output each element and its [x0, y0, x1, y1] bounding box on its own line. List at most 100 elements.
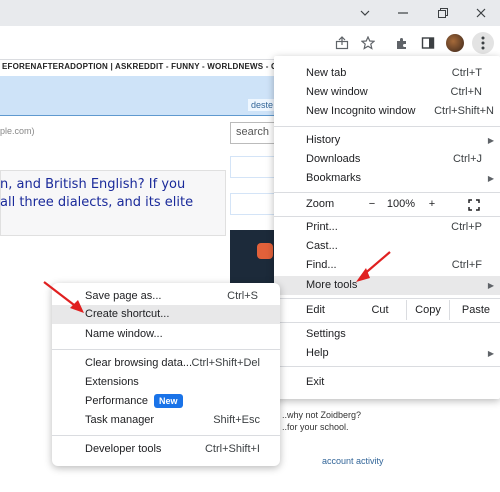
submenu-item-extensions[interactable]: Extensions [52, 373, 280, 392]
zoom-in-button[interactable]: + [422, 194, 442, 214]
kebab-menu-icon[interactable] [472, 32, 494, 54]
menu-item-label: Bookmarks [306, 172, 362, 184]
menu-item-label: Task manager [85, 414, 155, 426]
submenu-item-developer-tools[interactable]: Developer tools Ctrl+Shift+I [52, 440, 280, 459]
menu-item-shortcut: Ctrl+J [452, 153, 482, 165]
menu-item-label: Downloads [306, 153, 361, 165]
menu-item-label: Print... [306, 221, 338, 233]
menu-item-help[interactable]: Help ▶ [274, 344, 500, 363]
menu-item-new-tab[interactable]: New tab Ctrl+T [274, 64, 500, 83]
menu-item-label: History [306, 134, 341, 146]
menu-item-shortcut: Ctrl+Shift+I [204, 443, 260, 455]
menu-item-history[interactable]: History ▶ [274, 131, 500, 150]
copy-button[interactable]: Copy [406, 300, 450, 320]
menu-item-downloads[interactable]: Downloads Ctrl+J [274, 150, 500, 169]
menu-item-label: Performance New [85, 392, 183, 411]
chevron-right-icon: ▶ [487, 174, 494, 183]
post-text: n, and British English? If you all three… [0, 176, 226, 212]
menu-item-label: New tab [306, 67, 347, 79]
menu-item-settings[interactable]: Settings [274, 325, 500, 344]
submenu-item-clear-browsing-data[interactable]: Clear browsing data... Ctrl+Shift+Del [52, 354, 280, 373]
chevron-right-icon: ▶ [487, 136, 494, 145]
menu-separator [274, 192, 500, 193]
menu-item-label: Save page as... [85, 290, 162, 302]
extensions-puzzle-icon[interactable] [392, 33, 412, 53]
menu-item-shortcut: Ctrl+S [227, 290, 258, 302]
submenu-item-save-page[interactable]: Save page as... Ctrl+S [52, 287, 280, 306]
zoom-label: Zoom [306, 198, 335, 210]
menu-item-shortcut: Ctrl+P [451, 221, 482, 233]
menu-item-label: Find... [306, 259, 337, 271]
menu-separator [274, 126, 500, 127]
share-icon[interactable] [332, 33, 352, 53]
cut-button[interactable]: Cut [360, 300, 400, 320]
menu-item-new-incognito-window[interactable]: New Incognito window Ctrl+Shift+N [274, 102, 500, 121]
menu-item-shortcut: Ctrl+Shift+Del [191, 357, 260, 369]
account-activity-link[interactable]: account activity [322, 456, 384, 466]
menu-item-shortcut: Ctrl+T [451, 67, 482, 79]
side-panel-icon[interactable] [418, 33, 438, 53]
comment-snippet: ..for your school. [282, 422, 349, 432]
menu-zoom-row: Zoom − 100% + [274, 194, 500, 214]
menu-item-print[interactable]: Print... Ctrl+P [274, 218, 500, 237]
post-text-line: all three dialects, and its elite [0, 195, 194, 210]
menu-item-shortcut: Ctrl+Shift+N [434, 105, 494, 117]
browser-toolbar [0, 26, 500, 60]
paste-button[interactable]: Paste [454, 300, 498, 320]
chevron-right-icon: ▶ [487, 349, 494, 358]
submenu-item-name-window[interactable]: Name window... [52, 325, 280, 344]
close-icon[interactable] [462, 0, 500, 26]
submenu-item-performance[interactable]: Performance New [52, 392, 280, 411]
page-header-banner [0, 76, 274, 116]
bookmark-star-icon[interactable] [358, 33, 378, 53]
post-domain: ple.com) [0, 126, 35, 136]
sidebar-button[interactable] [230, 156, 278, 178]
menu-separator [274, 298, 500, 299]
menu-edit-row: Edit Cut Copy Paste [274, 300, 500, 320]
minimize-icon[interactable] [384, 0, 422, 26]
menu-separator [274, 366, 500, 367]
menu-item-label: New Incognito window [306, 105, 416, 117]
menu-item-label: Create shortcut... [85, 308, 170, 320]
zoom-out-button[interactable]: − [362, 194, 382, 214]
chevron-down-icon[interactable] [346, 0, 384, 26]
menu-separator [274, 322, 500, 323]
menu-separator [52, 435, 280, 436]
restore-icon[interactable] [424, 0, 462, 26]
menu-item-more-tools[interactable]: More tools ▶ [274, 276, 500, 295]
title-bar [0, 0, 500, 26]
username-link[interactable]: deste [248, 99, 277, 111]
submenu-item-task-manager[interactable]: Task manager Shift+Esc [52, 411, 280, 430]
menu-item-label: Settings [306, 328, 346, 340]
menu-item-label: Extensions [85, 376, 139, 388]
menu-item-new-window[interactable]: New window Ctrl+N [274, 83, 500, 102]
performance-label: Performance [85, 395, 148, 407]
menu-item-shortcut: Ctrl+N [450, 86, 482, 98]
menu-item-label: Name window... [85, 328, 163, 340]
menu-item-label: Exit [306, 376, 325, 388]
sidebar-button[interactable] [230, 193, 278, 215]
comment-snippet: ..why not Zoidberg? [282, 410, 362, 420]
menu-item-label: Clear browsing data... [85, 357, 192, 369]
menu-item-find[interactable]: Find... Ctrl+F [274, 256, 500, 275]
fullscreen-icon[interactable] [464, 198, 484, 211]
post-text-line: n, and British English? If you [0, 177, 186, 192]
edit-label: Edit [306, 304, 325, 316]
new-badge: New [153, 394, 183, 408]
profile-avatar[interactable] [446, 34, 464, 52]
submenu-item-create-shortcut[interactable]: Create shortcut... [52, 305, 280, 324]
chevron-right-icon: ▶ [487, 281, 494, 290]
more-tools-submenu: Save page as... Ctrl+S Create shortcut..… [52, 283, 280, 466]
menu-item-cast[interactable]: Cast... [274, 237, 500, 256]
menu-item-label: Cast... [306, 240, 338, 252]
menu-item-label: More tools [306, 279, 358, 291]
menu-item-label: Help [306, 347, 329, 359]
menu-item-label: New window [306, 86, 368, 98]
menu-item-shortcut: Ctrl+F [451, 259, 482, 271]
menu-item-exit[interactable]: Exit [274, 373, 500, 392]
zoom-level: 100% [386, 198, 416, 210]
menu-separator [274, 216, 500, 217]
menu-item-shortcut: Shift+Esc [213, 414, 260, 426]
menu-item-bookmarks[interactable]: Bookmarks ▶ [274, 169, 500, 188]
search-input[interactable]: search [230, 122, 280, 144]
